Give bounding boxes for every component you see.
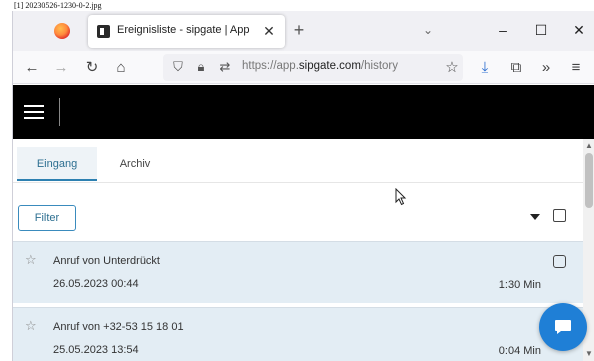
chat-bubble-icon — [555, 320, 571, 334]
main-content: Eingang Archiv Filter ☆ Anruf von Unterd… — [13, 139, 583, 361]
header-divider — [59, 98, 60, 126]
tab-strip: Ereignisliste - sipgate | App ✕ + ⌄ – ☐ … — [13, 11, 594, 51]
event-row[interactable]: ☆ Anruf von Unterdrückt 26.05.2023 00:44… — [13, 241, 583, 303]
tab-eingang[interactable]: Eingang — [17, 147, 97, 181]
home-icon[interactable]: ⌂ — [110, 57, 132, 79]
navigation-bar: ← → ↻ ⌂ ⛉ 🔒︎ ⇄ https://app.sipgate.com/h… — [13, 51, 594, 84]
permissions-icon[interactable]: ⇄ — [216, 58, 234, 76]
event-title: Anruf von Unterdrückt — [53, 255, 160, 267]
tab-close-icon[interactable]: ✕ — [260, 22, 278, 40]
url-text[interactable]: https://app.sipgate.com/history — [242, 60, 398, 72]
bookmark-star-icon[interactable]: ☆ — [441, 57, 463, 79]
url-bar[interactable]: ⛉ 🔒︎ ⇄ https://app.sipgate.com/history — [163, 54, 463, 81]
lock-icon[interactable]: 🔒︎ — [192, 58, 210, 76]
window-close-icon[interactable]: ✕ — [566, 17, 592, 43]
browser-tab-active[interactable]: Ereignisliste - sipgate | App ✕ — [88, 15, 285, 48]
hamburger-menu-icon[interactable] — [24, 102, 46, 122]
window-maximize-icon[interactable]: ☐ — [528, 17, 554, 43]
event-list: ☆ Anruf von Unterdrückt 26.05.2023 00:44… — [13, 241, 583, 361]
new-tab-plus-icon[interactable]: + — [288, 19, 310, 41]
event-date: 25.05.2023 13:54 — [53, 344, 139, 356]
browser-window: Ereignisliste - sipgate | App ✕ + ⌄ – ☐ … — [12, 11, 594, 361]
scroll-thumb[interactable] — [585, 153, 593, 208]
active-tab-indicator — [17, 179, 97, 181]
download-icon[interactable]: ⤓ — [474, 57, 496, 79]
list-all-tabs-chevron-down-icon[interactable]: ⌄ — [418, 20, 438, 40]
filter-button[interactable]: Filter — [18, 205, 76, 231]
app-header — [13, 85, 594, 139]
chat-button[interactable] — [539, 303, 587, 351]
scroll-up-arrow-icon[interactable]: ▲ — [585, 141, 593, 151]
mouse-cursor-icon — [395, 188, 407, 206]
window-minimize-icon[interactable]: – — [490, 17, 516, 43]
extensions-icon[interactable]: ⧉ — [505, 57, 527, 79]
scroll-down-arrow-icon[interactable]: ▼ — [585, 349, 593, 359]
url-path: /history — [360, 60, 398, 72]
back-icon[interactable]: ← — [21, 57, 43, 79]
url-prefix: https://app. — [242, 60, 299, 72]
tab-archiv[interactable]: Archiv — [105, 147, 165, 181]
event-row[interactable]: ☆ Anruf von +32-53 15 18 01 25.05.2023 1… — [13, 307, 583, 361]
favorite-star-icon[interactable]: ☆ — [25, 319, 39, 333]
sipgate-favicon-icon — [97, 25, 110, 38]
overflow-chevrons-icon[interactable]: » — [535, 57, 557, 79]
event-checkbox[interactable] — [553, 255, 566, 268]
reload-icon[interactable]: ↻ — [81, 57, 103, 79]
sort-caret-down-icon[interactable] — [530, 214, 540, 220]
select-all-checkbox[interactable] — [553, 209, 566, 222]
event-duration: 0:04 Min — [498, 345, 541, 357]
event-title: Anruf von +32-53 15 18 01 — [53, 321, 184, 333]
shield-icon[interactable]: ⛉ — [169, 58, 187, 76]
tab-title: Ereignisliste - sipgate | App — [117, 24, 250, 36]
app-menu-icon[interactable]: ≡ — [565, 57, 587, 79]
tabs-divider — [13, 182, 583, 183]
event-date: 26.05.2023 00:44 — [53, 278, 139, 290]
forward-icon[interactable]: → — [50, 57, 72, 79]
event-duration: 1:30 Min — [498, 279, 541, 291]
url-host: sipgate.com — [298, 60, 361, 72]
favorite-star-icon[interactable]: ☆ — [25, 253, 39, 267]
image-caption: [1] 20230526-1230-0-2.jpg — [14, 1, 102, 10]
firefox-logo-icon[interactable] — [54, 23, 70, 39]
